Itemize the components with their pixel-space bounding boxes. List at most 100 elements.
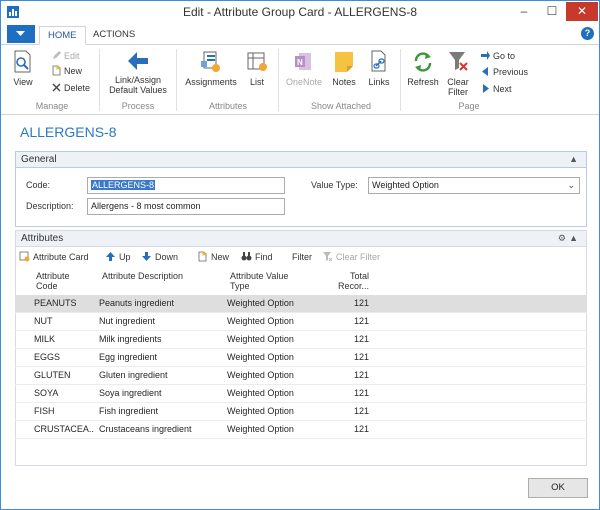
- group-label-attributes: Attributes: [208, 101, 248, 111]
- delete-button[interactable]: Delete: [51, 82, 90, 95]
- down-label: Down: [155, 252, 179, 262]
- cell-code: EGGS: [34, 352, 61, 362]
- close-button[interactable]: ✕: [566, 2, 598, 21]
- list-button[interactable]: List: [244, 49, 270, 87]
- link-assign-default-values-button[interactable]: Link/Assign Default Values: [105, 49, 171, 95]
- arrow-up-icon: [106, 252, 115, 261]
- chevron-down-icon: ⌄: [567, 180, 575, 190]
- assignments-icon: [201, 51, 220, 72]
- maximize-button[interactable]: ☐: [539, 2, 565, 21]
- table-row[interactable]: CRUSTACEA... Crustaceans ingredient Weig…: [15, 421, 587, 439]
- cell-value-type: Weighted Option: [227, 370, 294, 380]
- link-assign-label-1: Link/Assign: [114, 75, 162, 85]
- ribbon-separator: [278, 49, 279, 111]
- assignments-button[interactable]: Assignments: [182, 49, 240, 87]
- view-icon: [14, 50, 31, 73]
- tab-actions[interactable]: ACTIONS: [85, 26, 143, 45]
- cell-total-records: 121: [353, 334, 369, 344]
- code-field-value: ALLERGENS-8: [91, 180, 156, 190]
- go-to-button[interactable]: Go to: [480, 50, 515, 63]
- value-type-label: Value Type:: [311, 180, 358, 190]
- table-row[interactable]: PEANUTS Peanuts ingredient Weighted Opti…: [15, 295, 587, 313]
- delete-x-icon: [52, 83, 61, 92]
- cell-value-type: Weighted Option: [227, 424, 294, 434]
- value-type-value: Weighted Option: [372, 180, 439, 190]
- previous-label: Previous: [493, 67, 529, 77]
- go-to-arrow-icon: [481, 51, 490, 60]
- table-row[interactable]: GLUTEN Gluten ingredient Weighted Option…: [15, 367, 587, 385]
- code-field[interactable]: ALLERGENS-8: [87, 177, 285, 194]
- column-code-line1: Attribute: [36, 271, 70, 281]
- find-button[interactable]: Find: [241, 251, 273, 264]
- column-header-value-type[interactable]: Attribute Value Type: [230, 271, 288, 291]
- cell-description: Gluten ingredient: [99, 370, 168, 380]
- cell-total-records: 121: [353, 406, 369, 416]
- edit-button[interactable]: Edit: [51, 50, 80, 63]
- cell-total-records: 121: [353, 388, 369, 398]
- svg-text:N: N: [297, 58, 303, 67]
- column-header-code[interactable]: Attribute Code: [36, 271, 70, 291]
- cell-total-records: 121: [353, 316, 369, 326]
- table-row[interactable]: MILK Milk ingredients Weighted Option 12…: [15, 331, 587, 349]
- minimize-button[interactable]: –: [511, 2, 537, 21]
- cell-total-records: 121: [353, 352, 369, 362]
- new-line-label: New: [211, 252, 230, 262]
- cell-total-records: 121: [353, 424, 369, 434]
- table-row[interactable]: SOYA Soya ingredient Weighted Option 121: [15, 385, 587, 403]
- next-button[interactable]: Next: [480, 83, 512, 96]
- clear-filter-line-button[interactable]: Clear Filter: [322, 251, 380, 264]
- tab-home[interactable]: HOME: [39, 26, 86, 45]
- list-icon: [247, 52, 267, 71]
- new-button[interactable]: New: [51, 65, 82, 78]
- delete-label: Delete: [64, 83, 91, 93]
- attribute-card-icon: [19, 251, 30, 262]
- ribbon-separator: [99, 49, 100, 111]
- triangle-left-icon: [482, 67, 488, 76]
- cell-description: Nut ingredient: [99, 316, 156, 326]
- app-menu-button[interactable]: [7, 25, 35, 43]
- ok-button[interactable]: OK: [528, 478, 588, 498]
- view-button[interactable]: View: [9, 49, 37, 87]
- column-header-description[interactable]: Attribute Description: [102, 271, 183, 281]
- edit-label: Edit: [64, 51, 80, 61]
- previous-button[interactable]: Previous: [480, 66, 528, 79]
- ribbon: View Edit New Delete Manage Link/Assign …: [1, 45, 599, 115]
- filter-button[interactable]: Filter: [292, 251, 312, 264]
- window: Edit - Attribute Group Card - ALLERGENS-…: [0, 0, 600, 510]
- grid-header: Attribute Code Attribute Description Att…: [15, 269, 587, 295]
- pencil-icon: [53, 51, 61, 59]
- table-row[interactable]: FISH Fish ingredient Weighted Option 121: [15, 403, 587, 421]
- notes-label: Notes: [332, 77, 356, 87]
- clear-filter-icon: [449, 52, 468, 71]
- table-row[interactable]: EGGS Egg ingredient Weighted Option 121: [15, 349, 587, 367]
- column-header-total-records[interactable]: Total Recor...: [315, 271, 369, 291]
- cell-description: Crustaceans ingredient: [99, 424, 192, 434]
- onenote-button[interactable]: N OneNote: [284, 49, 324, 87]
- clear-filter-line-label: Clear Filter: [336, 252, 381, 262]
- new-document-icon: [198, 251, 207, 262]
- value-type-dropdown[interactable]: Weighted Option ⌄: [368, 177, 580, 194]
- table-row[interactable]: NUT Nut ingredient Weighted Option 121: [15, 313, 587, 331]
- general-section: Code: ALLERGENS-8 Description: Allergens…: [15, 168, 587, 227]
- back-arrow-icon: [128, 52, 148, 70]
- links-icon: [371, 50, 386, 72]
- attributes-toolbar: Attribute Card Up Down New Find Filter C…: [15, 248, 587, 266]
- notes-button[interactable]: Notes: [329, 49, 359, 87]
- links-button[interactable]: Links: [364, 49, 394, 87]
- up-button[interactable]: Up: [105, 251, 131, 264]
- up-label: Up: [119, 252, 131, 262]
- down-button[interactable]: Down: [141, 251, 178, 264]
- refresh-button[interactable]: Refresh: [406, 49, 440, 87]
- collapse-icon[interactable]: ▲: [569, 152, 578, 167]
- column-total-line2: Recor...: [337, 281, 369, 291]
- general-section-header[interactable]: General ▲: [15, 151, 587, 168]
- attribute-card-button[interactable]: Attribute Card: [19, 251, 89, 264]
- description-field[interactable]: Allergens - 8 most common: [87, 198, 285, 215]
- clear-filter-button[interactable]: Clear Filter: [444, 49, 472, 97]
- cell-code: SOYA: [34, 388, 59, 398]
- help-icon[interactable]: ?: [581, 27, 594, 40]
- refresh-label: Refresh: [407, 77, 439, 87]
- refresh-icon: [414, 52, 432, 72]
- find-label: Find: [255, 252, 273, 262]
- new-line-button[interactable]: New: [197, 251, 229, 264]
